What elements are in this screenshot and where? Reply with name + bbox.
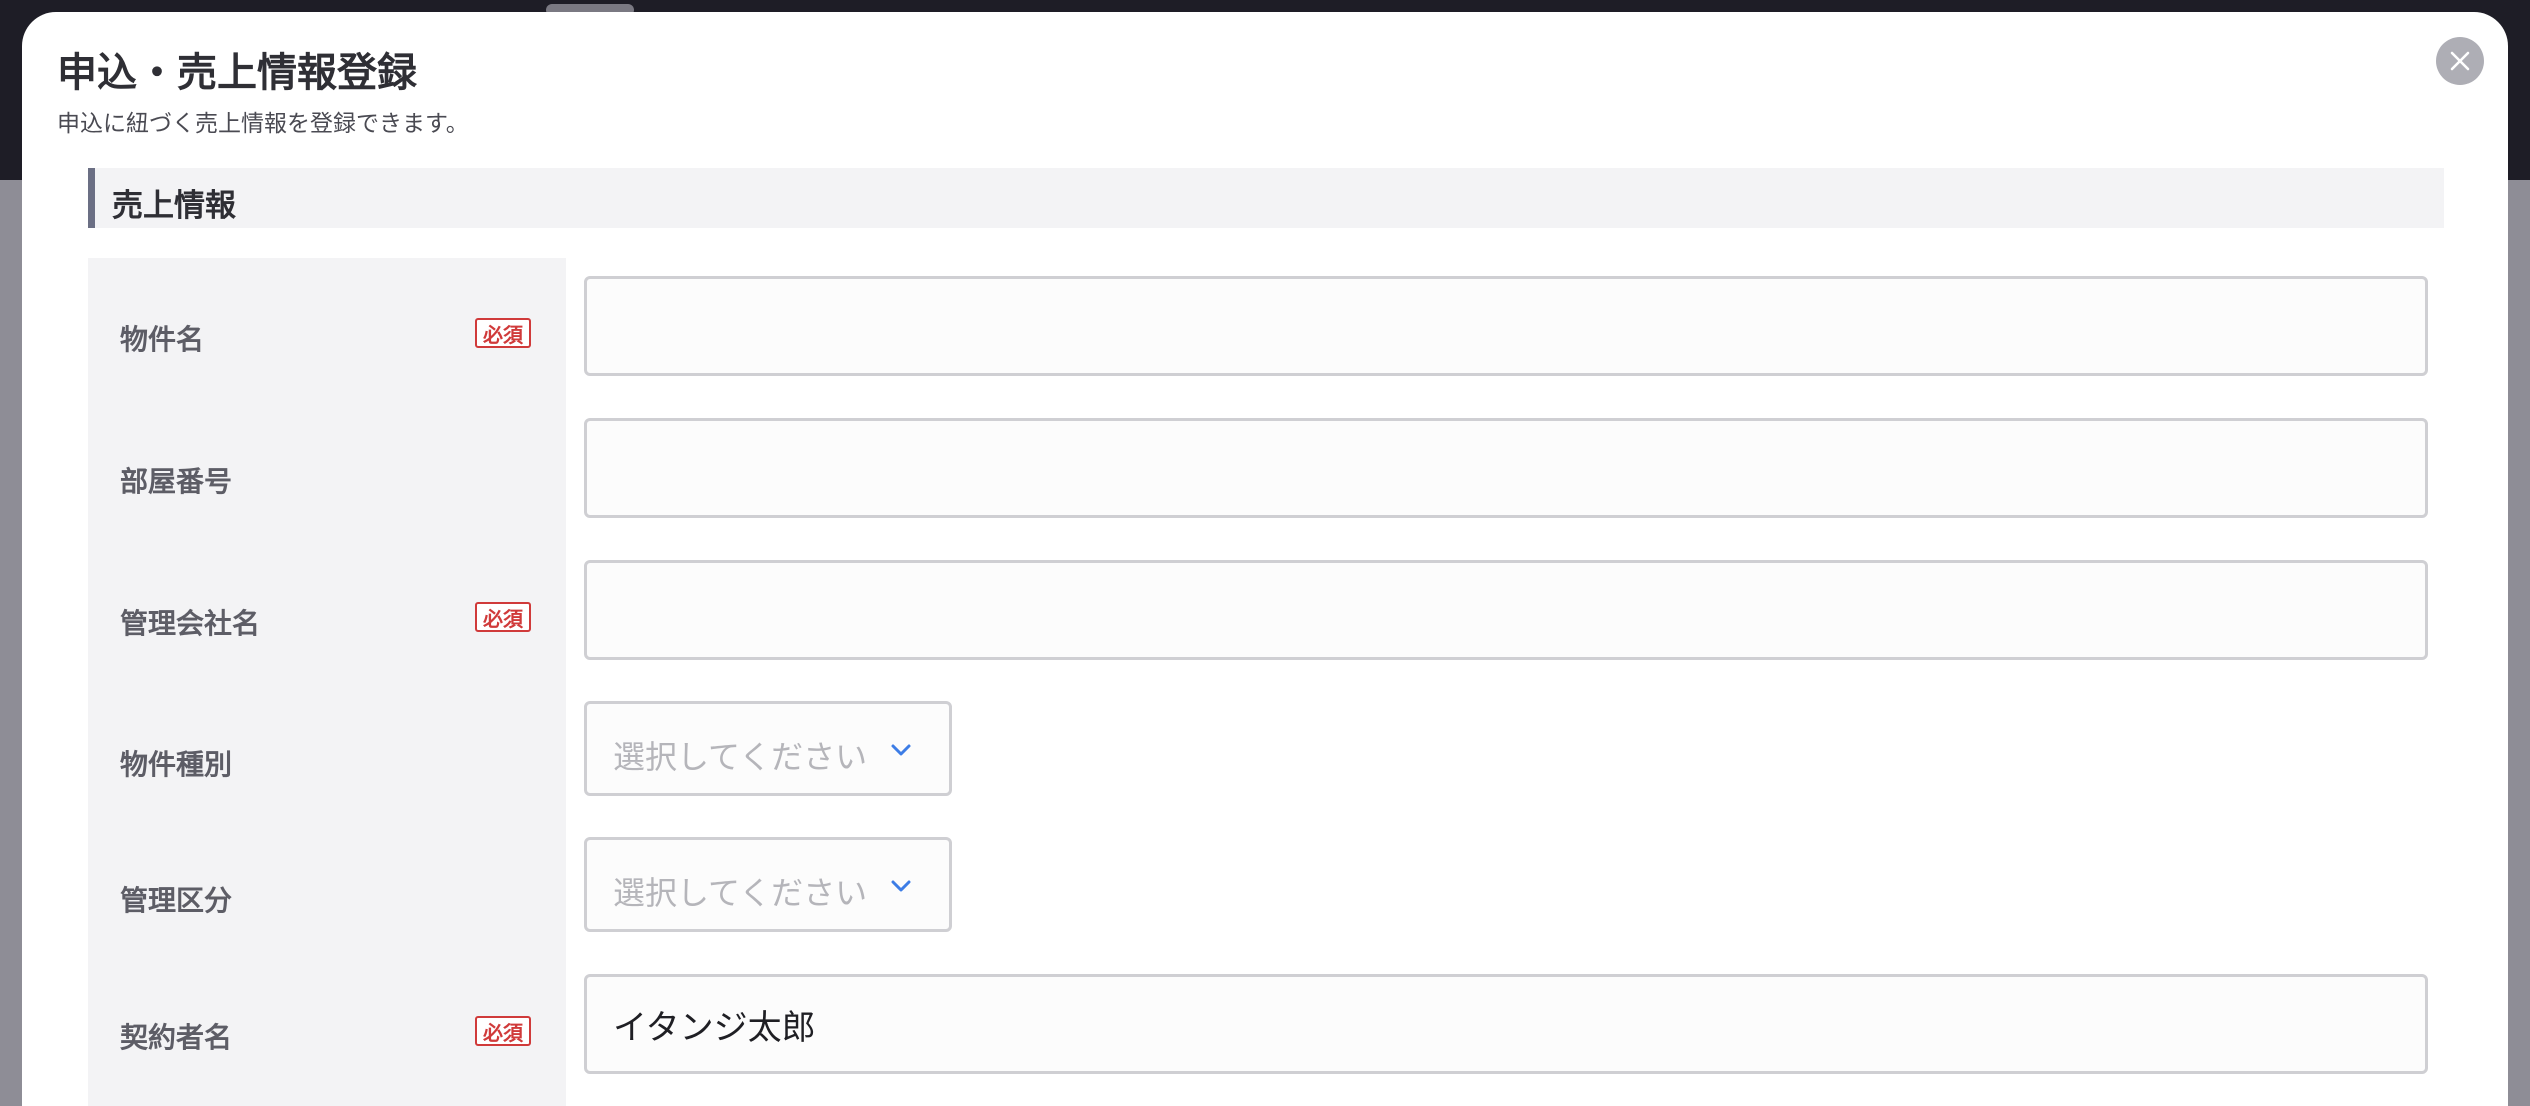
property-type-label: 物件種別	[120, 748, 233, 781]
management-company-required-badge: 必須	[475, 602, 531, 632]
property-name-required-badge: 必須	[475, 318, 531, 348]
close-button[interactable]	[2436, 37, 2484, 85]
room-number-input[interactable]	[584, 418, 2428, 518]
management-category-select[interactable]: 選択してください	[584, 837, 952, 932]
modal-title: 申込・売上情報登録	[57, 50, 417, 96]
section-title: 売上情報	[112, 188, 236, 224]
registration-modal: 申込・売上情報登録 申込に紐づく売上情報を登録できます。 売上情報 物件名 必須…	[22, 12, 2508, 1106]
property-name-label: 物件名	[120, 323, 205, 356]
chevron-down-icon	[891, 744, 911, 756]
management-category-placeholder: 選択してください	[613, 874, 868, 912]
property-name-input[interactable]	[584, 276, 2428, 376]
management-company-label: 管理会社名	[120, 607, 261, 640]
management-company-input[interactable]	[584, 560, 2428, 660]
close-icon	[2450, 51, 2470, 71]
chevron-down-icon	[891, 880, 911, 892]
contractor-name-label: 契約者名	[120, 1021, 233, 1054]
label-column	[88, 258, 566, 1106]
contractor-name-input[interactable]	[584, 974, 2428, 1074]
contractor-name-required-badge: 必須	[475, 1016, 531, 1046]
management-category-label: 管理区分	[120, 884, 233, 917]
section-header: 売上情報	[88, 168, 2444, 228]
modal-subtitle: 申込に紐づく売上情報を登録できます。	[57, 111, 469, 137]
room-number-label: 部屋番号	[120, 465, 233, 498]
property-type-placeholder: 選択してください	[613, 738, 868, 776]
property-type-select[interactable]: 選択してください	[584, 701, 952, 796]
